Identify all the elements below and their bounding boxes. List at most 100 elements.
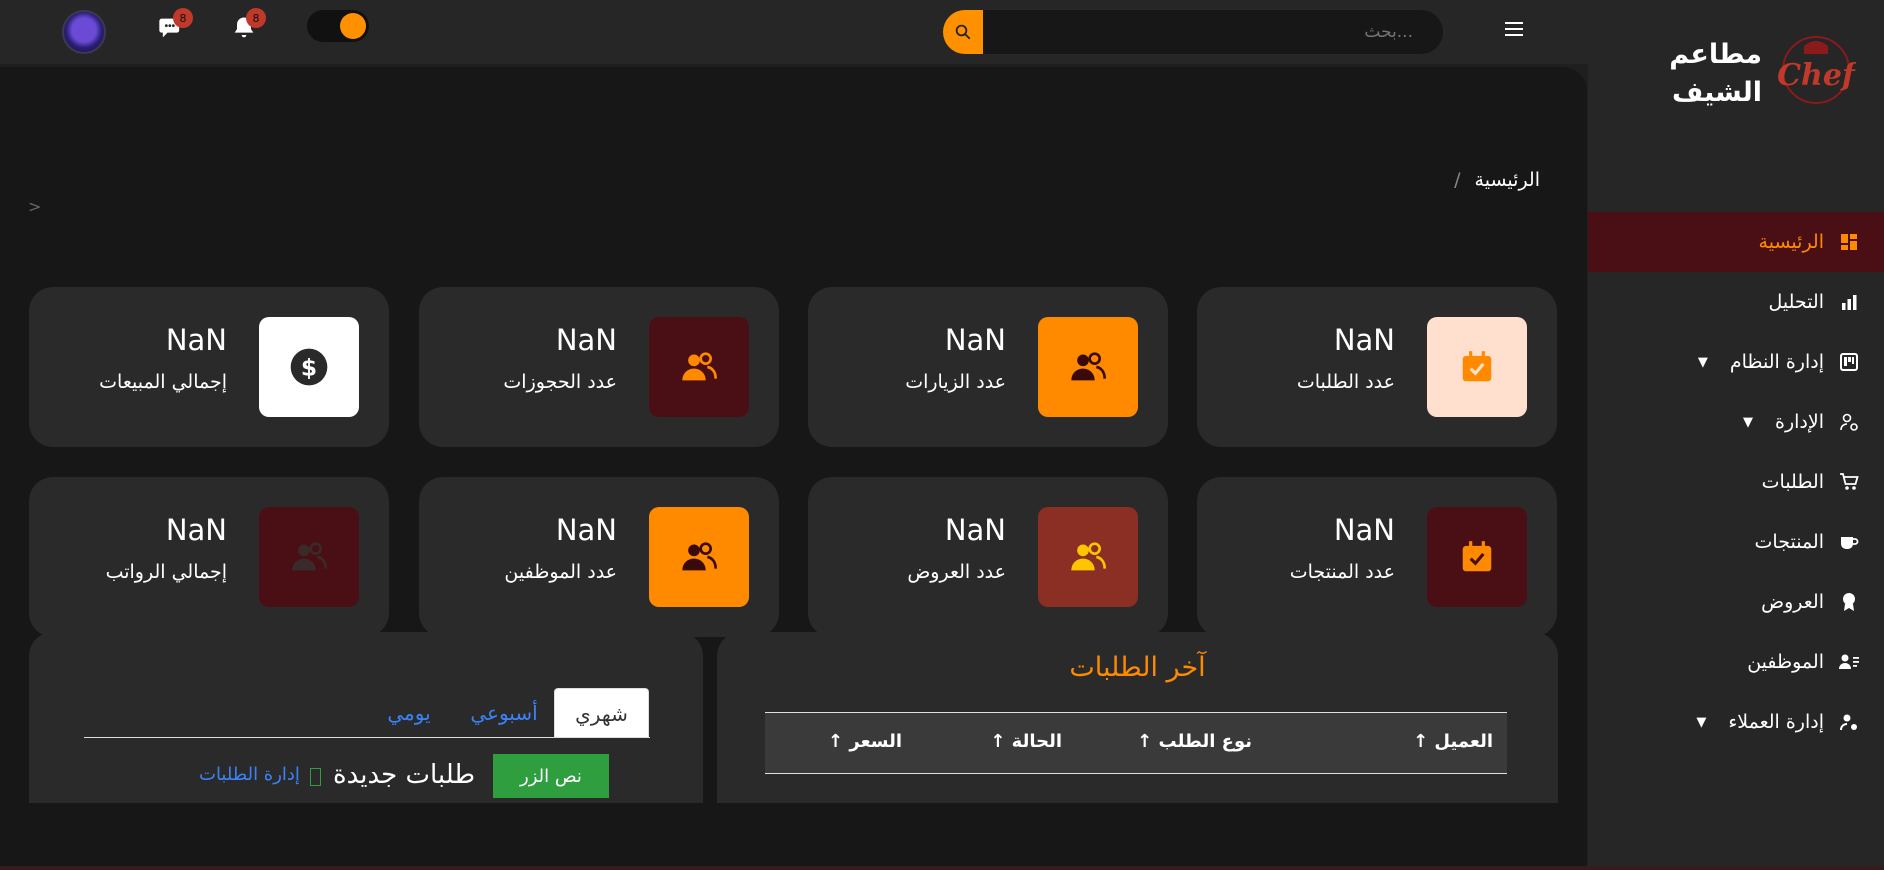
stat-value: NaN — [1333, 513, 1395, 547]
sidebar-item-products[interactable]: المنتجات — [1588, 512, 1884, 572]
tab-daily[interactable]: يومي — [369, 688, 449, 738]
svg-text:$: $ — [301, 353, 317, 381]
stat-card-offers: NaN عدد العروض — [808, 477, 1168, 637]
kanban-icon — [1838, 351, 1860, 373]
stat-card-orders: NaN عدد الطلبات — [1197, 287, 1557, 447]
messages-button[interactable]: 8 — [157, 8, 193, 42]
stat-value: NaN — [944, 323, 1006, 357]
latest-orders-title: آخر الطلبات — [1069, 652, 1206, 683]
user-gear-icon — [1838, 711, 1860, 733]
stat-label: إجمالي الرواتب — [105, 561, 227, 583]
sidebar-item-label: إدارة العملاء — [1728, 711, 1824, 733]
stat-card-salaries: NaN إجمالي الرواتب — [29, 477, 389, 637]
bottom-edge — [0, 866, 1884, 870]
sidebar-item-label: الطلبات — [1761, 471, 1824, 493]
pager-hint[interactable]: > — [28, 197, 41, 216]
menu-toggle-icon[interactable] — [1505, 22, 1523, 36]
stat-card-visits: NaN عدد الزيارات — [808, 287, 1168, 447]
users-icon — [1038, 317, 1138, 417]
user-gear-icon — [1838, 411, 1860, 433]
breadcrumb-separator: / — [1454, 169, 1461, 191]
cup-icon — [1838, 531, 1860, 553]
tab-weekly[interactable]: أسبوعي — [459, 688, 549, 738]
sidebar-item-label: الموظفين — [1747, 651, 1824, 673]
stat-label: إجمالي المبيعات — [99, 371, 227, 393]
cart-icon — [1838, 471, 1860, 493]
search-icon — [955, 24, 971, 40]
sidebar-item-orders[interactable]: الطلبات — [1588, 452, 1884, 512]
chevron-down-icon: ▼ — [1743, 414, 1754, 430]
stat-card-reservations: NaN عدد الحجوزات — [419, 287, 779, 447]
stat-label: عدد الموظفين — [504, 561, 617, 583]
orders-chart-panel: شهري أسبوعي يومي نص الزر طلبات جديدة إدا… — [29, 632, 703, 803]
sidebar-item-system-management[interactable]: إدارة النظام ▼ — [1588, 332, 1884, 392]
brand-name-line2: الشيف — [1671, 77, 1762, 108]
stat-label: عدد العروض — [907, 561, 1006, 583]
brand-name-line1: مطاعم — [1669, 39, 1762, 70]
stat-value: NaN — [555, 513, 617, 547]
breadcrumb: الرئيسية / — [1440, 169, 1540, 191]
users-icon — [649, 317, 749, 417]
stat-value: NaN — [165, 323, 227, 357]
action-button[interactable]: نص الزر — [493, 754, 609, 798]
stat-value: NaN — [165, 513, 227, 547]
sidebar-item-label: العروض — [1761, 591, 1824, 613]
stat-value: NaN — [1333, 323, 1395, 357]
bar-chart-icon — [1838, 291, 1860, 313]
sidebar-item-offers[interactable]: العروض — [1588, 572, 1884, 632]
tab-monthly[interactable]: شهري — [554, 688, 649, 738]
sidebar-item-label: إدارة النظام — [1729, 351, 1824, 373]
search-button[interactable] — [943, 10, 983, 54]
messages-badge: 8 — [173, 8, 193, 28]
search-input[interactable] — [987, 10, 1433, 54]
sidebar-item-label: المنتجات — [1754, 531, 1824, 553]
logo-wordmark: Chef — [1777, 58, 1856, 93]
stat-label: عدد الزيارات — [905, 371, 1006, 393]
sidebar-item-analytics[interactable]: التحليل — [1588, 272, 1884, 332]
chevron-down-icon: ▼ — [1696, 714, 1707, 730]
stat-label: عدد الحجوزات — [503, 371, 617, 393]
new-orders-heading: طلبات جديدة — [333, 760, 476, 790]
sidebar-item-administration[interactable]: الإدارة ▼ — [1588, 392, 1884, 452]
sidebar-item-employees[interactable]: الموظفين — [1588, 632, 1884, 692]
column-header-order-type[interactable]: نوع الطلب ↑ — [1137, 731, 1252, 752]
users-icon — [1038, 507, 1138, 607]
dashboard-icon — [1838, 231, 1860, 253]
sidebar-item-label: الإدارة — [1775, 411, 1824, 433]
calendar-check-icon — [1427, 507, 1527, 607]
column-header-price[interactable]: السعر ↑ — [828, 731, 902, 752]
calendar-check-icon — [1427, 317, 1527, 417]
sidebar-item-label: الرئيسية — [1758, 231, 1824, 253]
stat-value: NaN — [555, 323, 617, 357]
stat-value: NaN — [944, 513, 1006, 547]
stat-label: عدد المنتجات — [1289, 561, 1395, 583]
theme-toggle[interactable] — [307, 10, 369, 42]
sidebar-item-home[interactable]: الرئيسية — [1588, 212, 1884, 272]
column-header-customer[interactable]: العميل ↑ — [1413, 731, 1493, 752]
latest-orders-panel: آخر الطلبات العميل ↑ نوع الطلب ↑ الحالة … — [717, 632, 1558, 803]
toggle-knob — [340, 13, 366, 39]
sidebar-item-label: التحليل — [1768, 291, 1824, 313]
users-icon — [649, 507, 749, 607]
checkbox-icon[interactable] — [310, 768, 321, 786]
orders-management-link[interactable]: إدارة الطلبات — [199, 764, 300, 785]
sidebar: Chef مطاعم الشيف الرئيسية التحليل إدارة … — [1588, 0, 1884, 870]
user-avatar[interactable] — [62, 10, 106, 54]
column-header-status[interactable]: الحالة ↑ — [990, 731, 1062, 752]
notifications-badge: 8 — [246, 8, 266, 28]
stat-card-employees: NaN عدد الموظفين — [419, 477, 779, 637]
stat-card-products: NaN عدد المنتجات — [1197, 477, 1557, 637]
sidebar-item-customer-management[interactable]: إدارة العملاء ▼ — [1588, 692, 1884, 752]
tabs-divider — [84, 737, 650, 738]
notifications-button[interactable]: 8 — [230, 8, 266, 42]
dollar-icon: $ — [259, 317, 359, 417]
brand-name: مطاعم الشيف — [1669, 36, 1762, 112]
award-icon — [1838, 591, 1860, 613]
users-icon — [259, 507, 359, 607]
chevron-down-icon: ▼ — [1697, 354, 1708, 370]
stat-label: عدد الطلبات — [1296, 371, 1395, 393]
brand-logo: Chef — [1777, 36, 1856, 104]
person-lines-icon — [1838, 651, 1860, 673]
stat-card-total-sales: $ NaN إجمالي المبيعات — [29, 287, 389, 447]
breadcrumb-home[interactable]: الرئيسية — [1475, 169, 1540, 191]
